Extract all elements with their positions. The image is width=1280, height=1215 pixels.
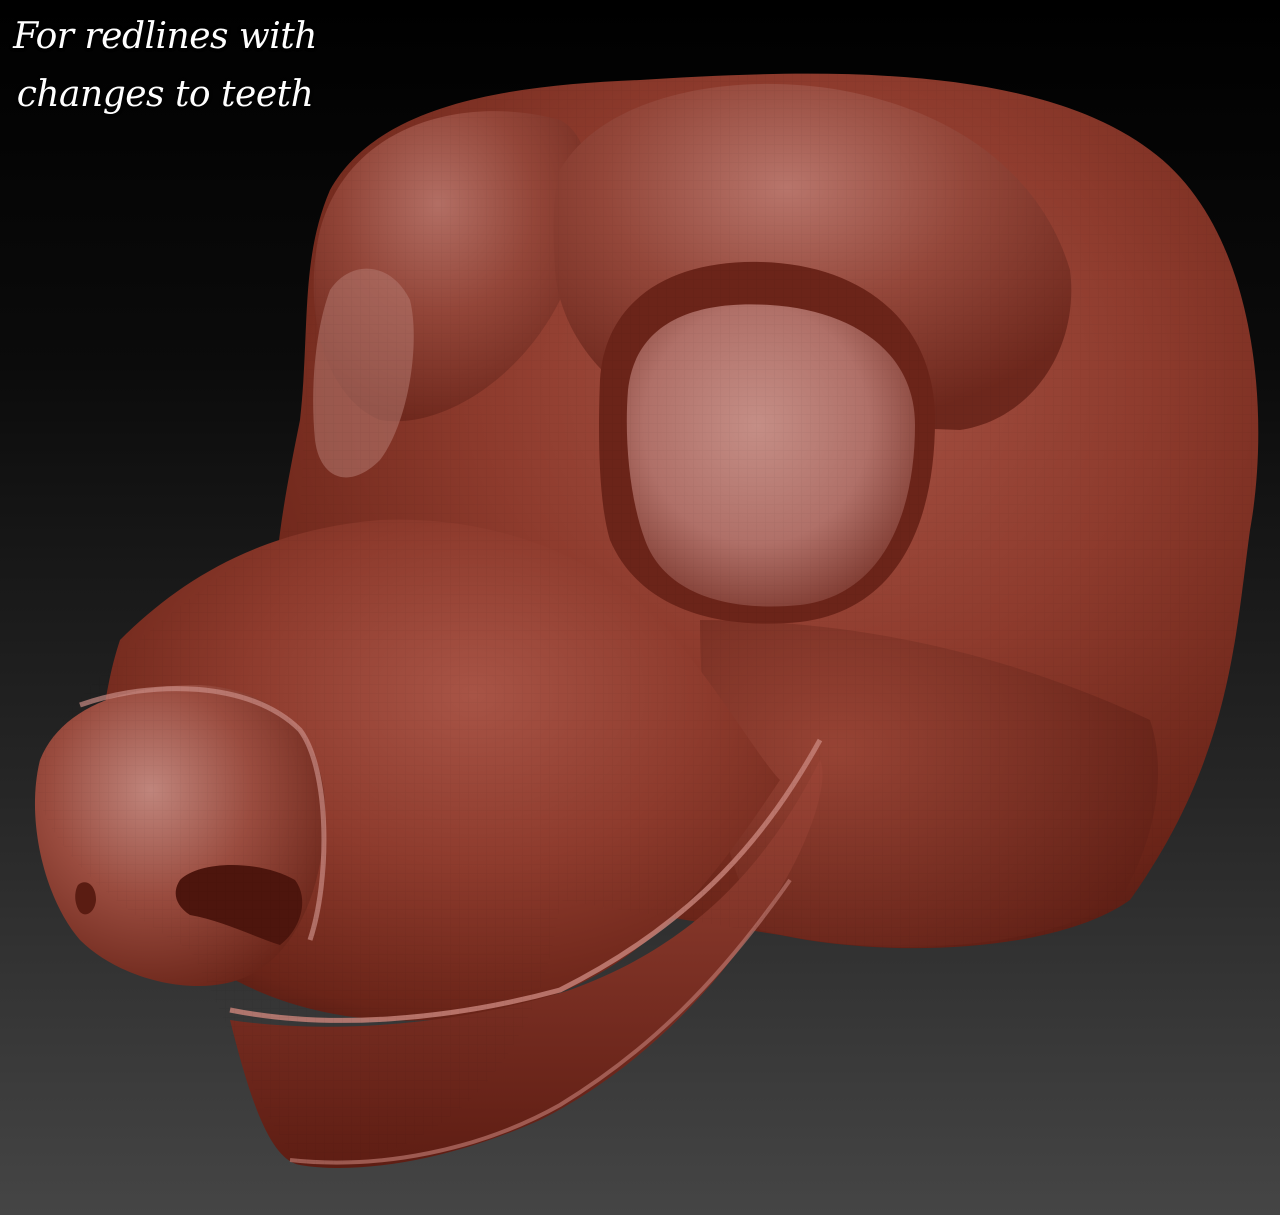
caption-line-2: changes to teeth (16, 74, 314, 115)
caption: For redlines with changes to teeth (0, 8, 330, 124)
sculpt-render (34, 73, 1259, 1168)
caption-line-1: For redlines with (13, 16, 317, 57)
